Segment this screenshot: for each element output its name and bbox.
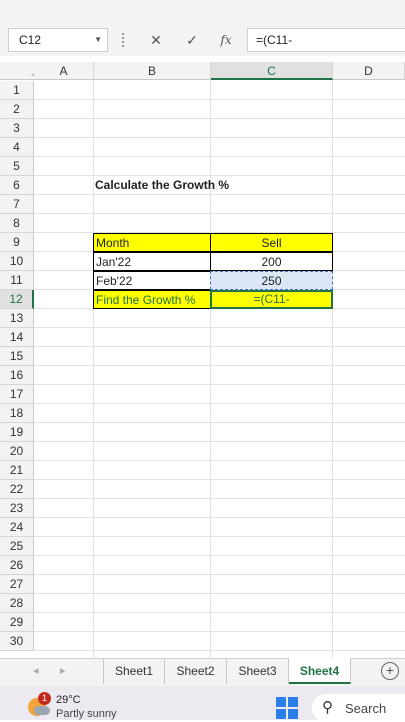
cell-c12-active[interactable]: =(C11- — [210, 290, 333, 309]
gridline-horizontal — [34, 593, 405, 594]
gridline-horizontal — [34, 479, 405, 480]
cell-b11[interactable]: Feb'22 — [93, 271, 211, 290]
cancel-icon[interactable]: ✕ — [145, 28, 167, 52]
gridline-vertical — [93, 80, 94, 658]
chevron-down-icon[interactable]: ▼ — [94, 29, 102, 51]
gridline-horizontal — [34, 536, 405, 537]
row-header-30[interactable]: 30 — [0, 632, 34, 651]
row-header-17[interactable]: 17 — [0, 385, 34, 404]
gridline-horizontal — [34, 441, 405, 442]
row-header-24[interactable]: 24 — [0, 518, 34, 537]
gridline-horizontal — [34, 384, 405, 385]
row-header-20[interactable]: 20 — [0, 442, 34, 461]
gridline-horizontal — [34, 99, 405, 100]
gridline-horizontal — [34, 650, 405, 651]
row-header-18[interactable]: 18 — [0, 404, 34, 423]
windows-start-icon[interactable] — [276, 697, 298, 719]
gridline-horizontal — [34, 498, 405, 499]
column-header-a[interactable]: A — [34, 62, 94, 80]
notification-badge: 1 — [38, 692, 51, 705]
name-box[interactable]: C12 ▼ — [8, 28, 108, 52]
row-header-12[interactable]: 12 — [0, 290, 34, 309]
cell-c11[interactable]: 250 — [210, 271, 333, 290]
gridline-vertical — [210, 80, 211, 658]
gridline-horizontal — [34, 346, 405, 347]
gridline-horizontal — [34, 612, 405, 613]
search-label: Search — [345, 701, 387, 716]
enter-icon[interactable]: ✓ — [181, 28, 203, 52]
row-header-2[interactable]: 2 — [0, 100, 34, 119]
worksheet-grid[interactable] — [0, 62, 405, 658]
gridline-horizontal — [34, 555, 405, 556]
row-header-26[interactable]: 26 — [0, 556, 34, 575]
sheet-tab-1[interactable]: Sheet1 — [103, 658, 165, 684]
weather-condition[interactable]: Partly sunny — [56, 708, 117, 720]
formula-input[interactable]: =(C11- — [247, 28, 405, 52]
cell-c10[interactable]: 200 — [210, 252, 333, 271]
row-header-23[interactable]: 23 — [0, 499, 34, 518]
gridline-horizontal — [34, 365, 405, 366]
row-header-10[interactable]: 10 — [0, 252, 34, 271]
gridline-vertical — [332, 80, 333, 658]
gridline-horizontal — [34, 118, 405, 119]
scroll-left-icon[interactable]: ◂ — [33, 664, 39, 677]
gridline-horizontal — [34, 517, 405, 518]
gridline-horizontal — [34, 327, 405, 328]
row-header-29[interactable]: 29 — [0, 613, 34, 632]
sheet-tab-3[interactable]: Sheet3 — [227, 658, 289, 684]
row-header-27[interactable]: 27 — [0, 575, 34, 594]
row-header-13[interactable]: 13 — [0, 309, 34, 328]
sheet-tab-2[interactable]: Sheet2 — [165, 658, 227, 684]
gridline-horizontal — [34, 213, 405, 214]
cell-b6[interactable]: Calculate the Growth % — [95, 176, 265, 195]
row-header-9[interactable]: 9 — [0, 233, 34, 252]
row-header-11[interactable]: 11 — [0, 271, 34, 290]
gridline-horizontal — [34, 403, 405, 404]
row-header-14[interactable]: 14 — [0, 328, 34, 347]
row-header-25[interactable]: 25 — [0, 537, 34, 556]
gridline-horizontal — [34, 156, 405, 157]
cell-b10[interactable]: Jan'22 — [93, 252, 211, 271]
gridline-horizontal — [34, 460, 405, 461]
row-header-7[interactable]: 7 — [0, 195, 34, 214]
row-header-22[interactable]: 22 — [0, 480, 34, 499]
column-header-b[interactable]: B — [94, 62, 211, 80]
row-header-3[interactable]: 3 — [0, 119, 34, 138]
row-header-16[interactable]: 16 — [0, 366, 34, 385]
row-header-21[interactable]: 21 — [0, 461, 34, 480]
row-header-8[interactable]: 8 — [0, 214, 34, 233]
gridline-horizontal — [34, 422, 405, 423]
gridline-horizontal — [34, 631, 405, 632]
row-header-6[interactable]: 6 — [0, 176, 34, 195]
column-header-c[interactable]: C — [211, 62, 333, 80]
cell-b12[interactable]: Find the Growth % — [93, 290, 211, 309]
row-header-4[interactable]: 4 — [0, 138, 34, 157]
gridline-horizontal — [34, 574, 405, 575]
scroll-right-icon[interactable]: ▸ — [60, 664, 66, 677]
gridline-horizontal — [34, 137, 405, 138]
search-icon: ⚲ — [322, 699, 333, 716]
cell-c9[interactable]: Sell — [210, 233, 333, 252]
row-header-5[interactable]: 5 — [0, 157, 34, 176]
weather-temperature[interactable]: 29°C — [56, 694, 81, 706]
formula-bar-separator — [122, 33, 126, 47]
name-box-value: C12 — [19, 33, 42, 47]
row-header-28[interactable]: 28 — [0, 594, 34, 613]
cell-b9[interactable]: Month — [93, 233, 211, 252]
row-header-15[interactable]: 15 — [0, 347, 34, 366]
column-header-d[interactable]: D — [333, 62, 405, 80]
sheet-tab-4[interactable]: Sheet4 — [289, 658, 351, 684]
row-header-1[interactable]: 1 — [0, 81, 34, 100]
insert-function-icon[interactable]: fx — [215, 28, 237, 52]
row-header-19[interactable]: 19 — [0, 423, 34, 442]
add-sheet-icon[interactable]: + — [381, 662, 399, 680]
